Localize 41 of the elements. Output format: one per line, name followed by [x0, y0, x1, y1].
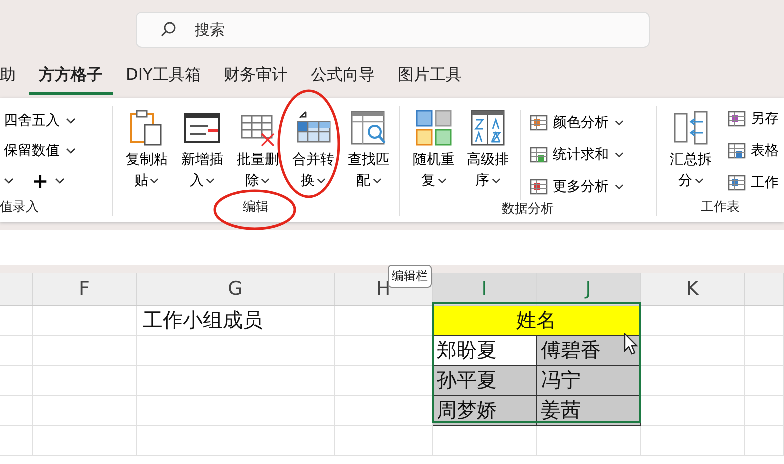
ribbon-tab[interactable]: DIY工具箱	[116, 61, 211, 95]
table-cell: 傅碧香	[537, 336, 641, 366]
tooltip: 编辑栏	[388, 265, 432, 288]
group-label: 值录入	[0, 199, 40, 216]
search-field[interactable]: 搜索	[136, 12, 650, 48]
ribbon-button[interactable]: 汇总拆分	[665, 106, 717, 198]
ribbon-button[interactable]: 复制粘贴	[121, 106, 173, 198]
add-button[interactable]: +	[32, 169, 49, 193]
ribbon-tab[interactable]: 方方格子	[29, 61, 113, 95]
ribbon-button[interactable]: 新增插入	[176, 106, 228, 198]
table-cell: 郑盼夏	[433, 336, 537, 366]
table-header-cell: 姓名	[433, 306, 641, 336]
ribbon-tab[interactable]: 公式向导	[300, 61, 385, 95]
group-label: 数据分析	[501, 201, 555, 218]
ribbon-menu-button[interactable]: 工作	[727, 170, 779, 196]
ribbon-tab[interactable]: 财务审计	[214, 61, 298, 95]
ribbon-menu-button[interactable]: 表格	[727, 138, 779, 164]
group-label: 编辑	[242, 199, 270, 216]
ribbon-tab[interactable]: 图片工具	[388, 61, 472, 95]
column-header[interactable]: J	[537, 273, 641, 305]
ribbon-menu-button[interactable]: 统计求和	[529, 142, 624, 168]
table-cell: 孙平夏	[433, 366, 537, 396]
group-label: 工作表	[700, 199, 741, 216]
column-header[interactable]: F	[33, 273, 137, 305]
ribbon-button[interactable]: 查找匹配	[343, 106, 395, 198]
ribbon-menu-button[interactable]: 更多分析	[529, 174, 624, 200]
column-header[interactable]: K	[641, 273, 745, 305]
table-cell: 冯宁	[537, 366, 641, 396]
ribbon-menu-button[interactable]: 四舍五入	[4, 112, 60, 130]
ribbon-menu-button[interactable]: 颜色分析	[529, 110, 624, 136]
table-cell: 工作小组成员	[137, 306, 335, 336]
ribbon-button[interactable]: 随机重复	[408, 106, 460, 200]
ribbon-button[interactable]: 批量删除	[232, 106, 284, 198]
table-cell: 姜茜	[537, 396, 641, 426]
ribbon-tab[interactable]: 助	[0, 61, 26, 95]
column-header[interactable]: G	[137, 273, 335, 305]
column-header[interactable]: I	[433, 273, 537, 305]
ribbon-menu-button[interactable]: 另存	[727, 106, 779, 132]
ribbon-menu-button[interactable]: 保留数值	[4, 142, 60, 160]
ribbon-button[interactable]: 高级排序	[462, 106, 514, 200]
table-cell: 周梦娇	[433, 396, 537, 426]
